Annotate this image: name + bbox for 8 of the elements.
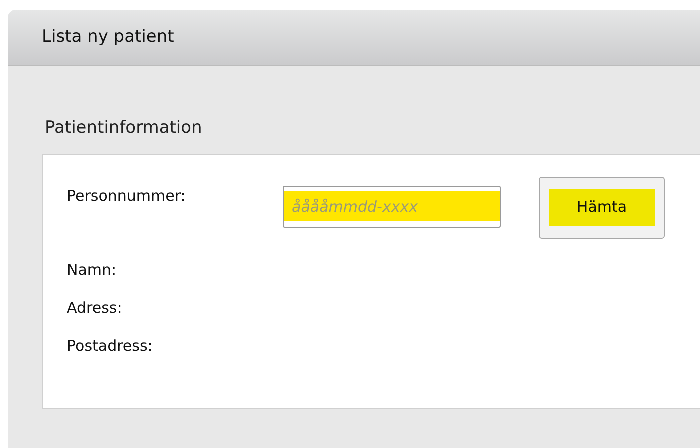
window-title: Lista ny patient <box>42 26 174 49</box>
fetch-button[interactable]: Hämta <box>539 176 665 238</box>
field-label: Personnummer: <box>67 186 187 206</box>
field-label: Adress: <box>67 298 122 318</box>
section-title: Patientinformation <box>45 118 202 138</box>
field-label: Namn: <box>67 260 117 280</box>
input-field[interactable]: ååååmmdd-xxxx <box>283 186 501 228</box>
field-label: Postadress: <box>67 336 153 356</box>
